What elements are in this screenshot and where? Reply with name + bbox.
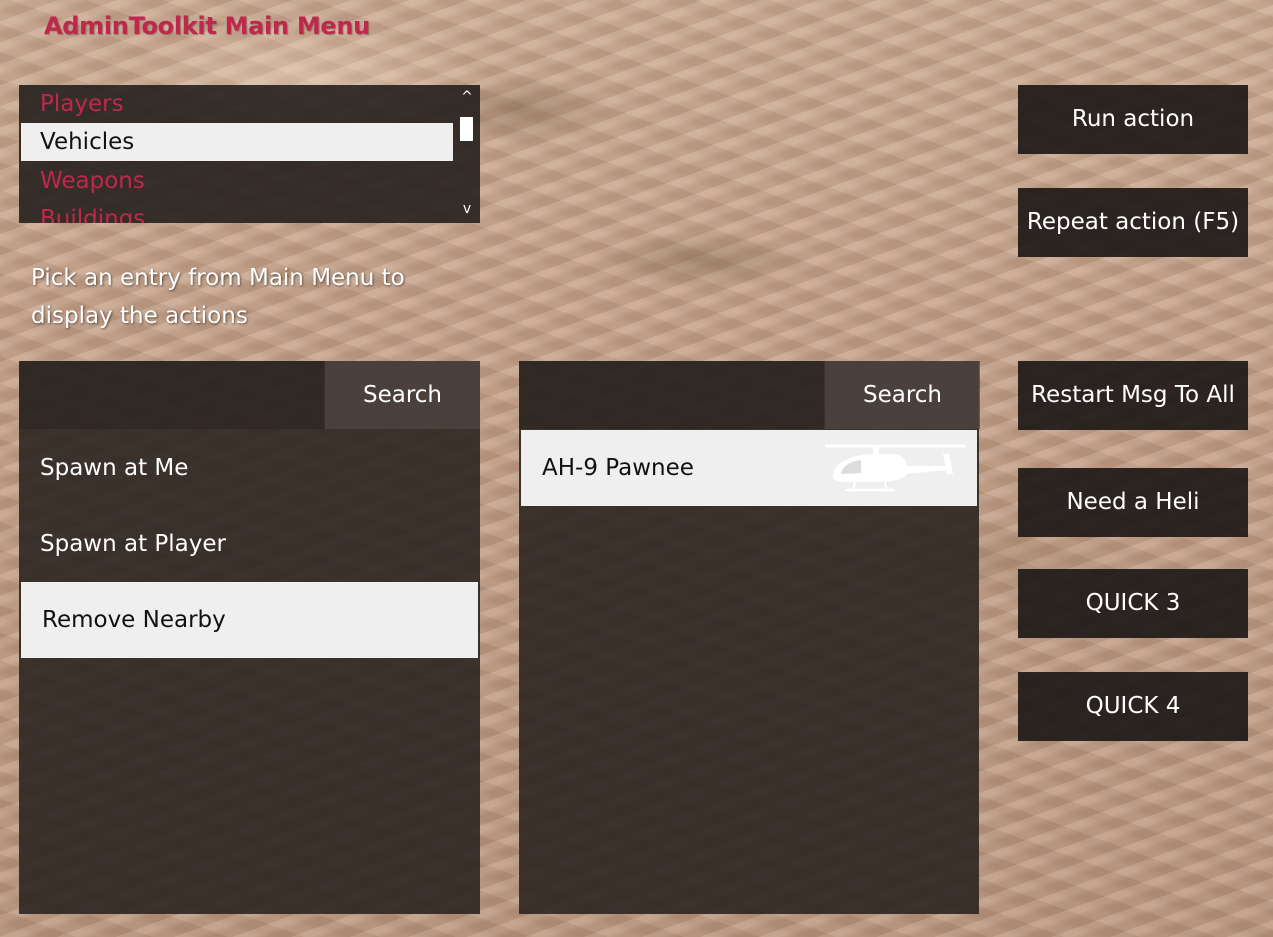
scrollbar-thumb[interactable] [460, 117, 473, 141]
main-menu-item-buildings[interactable]: Buildings [21, 200, 453, 223]
actions-list: Spawn at Me Spawn at Player Remove Nearb… [19, 430, 480, 658]
page-title: AdminToolkit Main Menu [44, 12, 370, 40]
results-search-input[interactable] [519, 361, 824, 429]
result-item-ah9-pawnee[interactable]: AH-9 Pawnee [521, 430, 977, 506]
action-item-spawn-at-player[interactable]: Spawn at Player [19, 506, 480, 582]
need-a-heli-button[interactable]: Need a Heli [1018, 468, 1248, 537]
result-item-label: AH-9 Pawnee [542, 455, 694, 481]
results-panel: Search AH-9 Pawnee [519, 361, 980, 914]
action-item-spawn-at-me[interactable]: Spawn at Me [19, 430, 480, 506]
hint-text: Pick an entry from Main Menu to display … [31, 265, 405, 329]
main-menu-list[interactable]: Players Vehicles Weapons Buildings ^ v [19, 85, 480, 223]
repeat-action-button[interactable]: Repeat action (F5) [1018, 188, 1248, 257]
main-menu-item-vehicles[interactable]: Vehicles [21, 123, 453, 161]
results-list: AH-9 Pawnee [519, 430, 979, 506]
actions-search-button[interactable]: Search [325, 361, 480, 429]
main-menu-item-players[interactable]: Players [21, 85, 453, 123]
run-action-button[interactable]: Run action [1018, 85, 1248, 154]
scroll-up-icon[interactable]: ^ [459, 89, 475, 105]
action-item-remove-nearby[interactable]: Remove Nearby [21, 582, 478, 658]
helicopter-icon [825, 444, 965, 492]
scroll-down-icon[interactable]: v [459, 201, 475, 217]
main-menu-item-weapons[interactable]: Weapons [21, 162, 453, 200]
restart-msg-to-all-button[interactable]: Restart Msg To All [1018, 361, 1248, 430]
quick-4-button[interactable]: QUICK 4 [1018, 672, 1248, 741]
quick-3-button[interactable]: QUICK 3 [1018, 569, 1248, 638]
results-search-button[interactable]: Search [825, 361, 980, 429]
actions-panel: Search Spawn at Me Spawn at Player Remov… [19, 361, 480, 914]
actions-search-input[interactable] [19, 361, 324, 429]
